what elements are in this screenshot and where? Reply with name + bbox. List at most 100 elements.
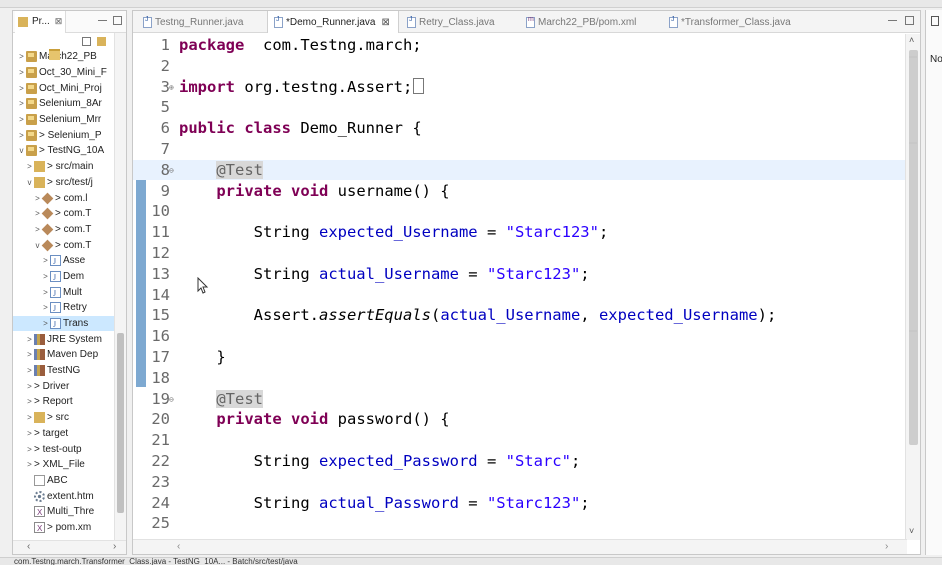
code-line[interactable]: 14 [133, 285, 907, 306]
tree-item[interactable]: > Oct_Mini_Proj [13, 80, 126, 96]
code-line[interactable]: 11 String expected_Username = "Starc123"… [133, 222, 907, 243]
tree-item[interactable]: > TestNG [13, 363, 126, 379]
tree-item[interactable]: > Selenium_8Ar [13, 96, 126, 112]
tree-item[interactable]: > March22_PB [13, 49, 126, 65]
chevron-right-icon[interactable]: > [41, 316, 50, 331]
code-line[interactable]: 10 [133, 201, 907, 222]
chevron-right-icon[interactable]: > [17, 81, 26, 96]
chevron-right-icon[interactable]: > [25, 410, 34, 425]
close-icon[interactable]: ⊠ [382, 17, 390, 28]
tree-item[interactable]: > Dem [13, 269, 126, 285]
chevron-right-icon[interactable]: > [25, 159, 34, 174]
close-icon[interactable]: ⊠ [55, 16, 63, 27]
link-with-editor-icon[interactable] [96, 36, 106, 46]
tree-item[interactable]: > Maven Dep [13, 347, 126, 363]
chevron-right-icon[interactable]: > [17, 49, 26, 64]
code-line[interactable]: 12 [133, 243, 907, 264]
tree-item[interactable]: > > target [13, 49, 126, 442]
tree-item[interactable]: > > com.T [13, 222, 126, 238]
tab-package-explorer[interactable]: Pr... ⊠ [15, 11, 67, 33]
chevron-down-icon[interactable]: v [17, 143, 26, 158]
chevron-right-icon[interactable]: > [41, 300, 50, 315]
code-line[interactable]: 7 [133, 139, 907, 160]
overview-marker[interactable] [909, 142, 917, 144]
chevron-right-icon[interactable]: > [25, 457, 34, 472]
tree-item[interactable]: > Trans [13, 315, 126, 332]
expand-fold-icon[interactable]: ⊕ [169, 77, 174, 98]
code-line[interactable]: 19 ⊖ @Test [133, 389, 907, 410]
editor-tab[interactable]: Retry_Class.java [401, 11, 518, 33]
code-line[interactable]: 22 String expected_Password = "Starc"; [133, 451, 907, 472]
chevron-right-icon[interactable]: > [41, 253, 50, 268]
explorer-vertical-scrollbar[interactable] [114, 33, 126, 541]
chevron-right-icon[interactable]: > [17, 112, 26, 127]
editor-tab[interactable]: March22_PB/pom.xml [520, 11, 661, 33]
code-line[interactable]: 2 [133, 56, 907, 77]
scroll-right-icon[interactable]: › [885, 541, 888, 552]
tree-item[interactable]: > > Selenium_P [13, 127, 126, 143]
code-line[interactable]: 8 ⊖ @Test [133, 159, 907, 181]
code-line[interactable]: 24 String actual_Password = "Starc123"; [133, 493, 907, 514]
code-line[interactable]: 23 [133, 472, 907, 493]
tree-item[interactable]: ABC [13, 473, 126, 489]
tree-item[interactable]: > Mult [13, 284, 126, 301]
tree-item[interactable]: > Oct_30_Mini_F [13, 65, 126, 81]
chevron-right-icon[interactable]: > [25, 363, 34, 378]
scroll-left-icon[interactable]: ‹ [177, 541, 180, 552]
tree-item[interactable]: > Selenium_Mrr [13, 112, 126, 128]
chevron-right-icon[interactable]: > [33, 206, 42, 221]
tree-item[interactable]: > > XML_File [13, 49, 126, 473]
editor-tab[interactable]: Testng_Runner.java [137, 11, 265, 33]
code-line[interactable]: 16 [133, 326, 907, 347]
maximize-icon[interactable] [905, 16, 914, 25]
code-line[interactable]: 21 [133, 430, 907, 451]
code-line[interactable]: 13 String actual_Username = "Starc123"; [133, 264, 907, 285]
editor-horizontal-scrollbar[interactable]: ‹ › [133, 539, 907, 554]
outline-icon[interactable] [931, 16, 939, 26]
code-line[interactable]: 17 } [133, 347, 907, 368]
tree-item[interactable]: v > TestNG_10A [13, 143, 126, 159]
chevron-right-icon[interactable]: > [41, 285, 50, 300]
chevron-right-icon[interactable]: > [25, 442, 34, 457]
collapse-all-icon[interactable] [81, 36, 91, 46]
scrollbar-thumb[interactable] [117, 333, 124, 513]
chevron-right-icon[interactable]: > [17, 96, 26, 111]
tree-item[interactable]: > Asse [13, 253, 126, 269]
overview-ruler[interactable] [906, 34, 920, 534]
tree-item[interactable]: > > Driver [13, 49, 126, 394]
overview-marker[interactable] [909, 330, 917, 332]
code-line[interactable]: 25 [133, 513, 907, 534]
maximize-icon[interactable] [113, 16, 122, 25]
collapse-fold-icon[interactable]: ⊖ [169, 160, 174, 181]
code-line[interactable]: 20 private void password() { [133, 409, 907, 430]
chevron-down-icon[interactable]: v [25, 175, 34, 190]
tree-item[interactable]: > > src [13, 410, 126, 426]
tree-item[interactable]: > > test-outp [13, 49, 126, 457]
code-line[interactable]: 15 Assert.assertEquals(actual_Username, … [133, 305, 907, 326]
collapsed-imports-icon[interactable] [413, 77, 425, 94]
scroll-left-icon[interactable]: ‹ [27, 541, 30, 552]
editor-tab[interactable]: *Transformer_Class.java [663, 11, 813, 33]
code-line[interactable]: 6 public class Demo_Runner { [133, 118, 907, 139]
chevron-right-icon[interactable]: > [17, 128, 26, 143]
code-line[interactable]: 5 [133, 97, 907, 118]
editor-tab[interactable]: *Demo_Runner.java ⊠ [267, 11, 399, 33]
explorer-horizontal-scrollbar[interactable]: ‹ › [13, 540, 126, 554]
tree-item[interactable]: > > Report [13, 49, 126, 410]
tree-item[interactable]: > > com.T [13, 206, 126, 222]
chevron-right-icon[interactable]: > [25, 347, 34, 362]
scroll-right-icon[interactable]: › [113, 541, 116, 552]
code-line[interactable]: 1 package com.Testng.march; [133, 35, 907, 56]
chevron-right-icon[interactable]: > [25, 332, 34, 347]
chevron-right-icon[interactable]: > [41, 269, 50, 284]
chevron-right-icon[interactable]: > [17, 65, 26, 80]
tree-item[interactable]: > JRE System [13, 331, 126, 347]
code-text-area[interactable]: 1 package com.Testng.march; 2 3 ⊕ import org.… [133, 34, 907, 540]
tree-item[interactable]: > > src/main [13, 159, 126, 175]
minimize-icon[interactable] [888, 20, 897, 22]
chevron-right-icon[interactable]: > [25, 394, 34, 409]
chevron-right-icon[interactable]: > [25, 379, 34, 394]
code-line[interactable]: 18 [133, 368, 907, 389]
tree-item[interactable]: extent.htm [13, 488, 126, 504]
chevron-right-icon[interactable]: > [25, 426, 34, 441]
